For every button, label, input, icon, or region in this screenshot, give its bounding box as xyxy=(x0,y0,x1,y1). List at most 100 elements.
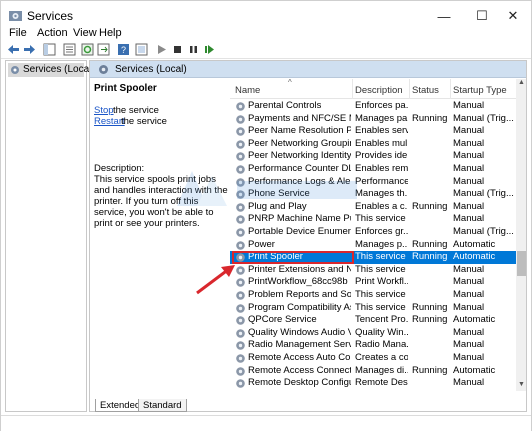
table-row[interactable]: Parental Controls Enforces pa... Manual xyxy=(230,100,516,113)
service-description-cell: Tencent Pro... xyxy=(355,314,408,326)
service-startup-cell: Manual xyxy=(453,150,485,162)
table-row[interactable]: Problem Reports and Soluti... This servic… xyxy=(230,289,516,302)
service-status-cell: Running xyxy=(412,251,448,263)
service-startup-cell: Manual xyxy=(453,163,485,174)
restart-service-icon[interactable] xyxy=(203,43,216,56)
column-header-startup-type[interactable]: Startup Type xyxy=(453,85,507,96)
service-name-cell: Payments and NFC/SE Man... xyxy=(248,112,351,124)
service-description-cell: This service ... xyxy=(355,263,408,275)
service-status-cell: Running xyxy=(412,301,448,313)
pointer-arrow-icon xyxy=(196,265,235,295)
service-description-cell: This service ... xyxy=(355,289,408,300)
service-description-cell: Manages p... xyxy=(355,238,408,250)
table-row[interactable]: Power Manages p... Running Automatic xyxy=(230,239,516,252)
show-hide-tree-icon[interactable] xyxy=(43,43,56,56)
table-row[interactable]: Remote Access Auto Conne... Creates a co.… xyxy=(230,352,516,365)
service-gear-icon xyxy=(236,139,245,149)
stop-service-link[interactable]: Stop xyxy=(94,105,114,116)
back-arrow-icon[interactable] xyxy=(7,43,20,56)
service-description-cell: Enforces pa... xyxy=(355,100,408,111)
table-row[interactable]: PrintWorkflow_68cc98b Print Workfl... Manu… xyxy=(230,276,516,289)
service-startup-cell: Manual xyxy=(453,326,485,338)
service-startup-cell: Manual (Trig... xyxy=(453,112,514,124)
menu-action[interactable]: Action xyxy=(37,27,68,39)
service-status-cell: Running xyxy=(412,314,448,326)
service-status-cell xyxy=(412,352,449,364)
service-startup-cell: Manual xyxy=(453,125,485,137)
service-description-cell: Print Workfl... xyxy=(355,276,408,288)
menu-view[interactable]: View xyxy=(73,27,97,39)
service-startup-cell: Manual xyxy=(453,339,485,351)
table-row[interactable]: Radio Management Service Radio Mana... Man… xyxy=(230,339,516,352)
export-list-icon[interactable] xyxy=(97,43,110,56)
service-status-cell xyxy=(412,327,449,339)
tree-item-services-local[interactable]: Services (Local) xyxy=(8,63,95,77)
properties-icon[interactable] xyxy=(63,43,76,56)
table-row[interactable]: Printer Extensions and Notif... This serv… xyxy=(230,264,516,277)
tree-item-label: Services (Local) xyxy=(23,64,95,75)
service-gear-icon xyxy=(236,379,245,388)
column-header-description[interactable]: Description xyxy=(355,85,403,96)
scroll-up-icon[interactable]: ▲ xyxy=(516,79,526,89)
table-row[interactable]: QPCore Service Tencent Pro... Running Autom… xyxy=(230,314,516,327)
start-service-icon[interactable] xyxy=(155,43,168,56)
service-startup-cell: Manual xyxy=(453,200,485,212)
table-row[interactable]: Remote Desktop Configurat... Remote Des..… xyxy=(230,377,516,390)
service-name-cell: Peer Networking Grouping xyxy=(248,137,351,149)
service-startup-cell: Manual xyxy=(453,289,485,300)
pane-header-title: Services (Local) xyxy=(115,64,187,75)
service-description-cell: This service ... xyxy=(355,251,408,263)
column-header-name[interactable]: Name xyxy=(235,85,260,96)
service-startup-cell: Manual xyxy=(453,377,485,389)
scroll-down-icon[interactable]: ▼ xyxy=(516,381,526,391)
tab-standard[interactable]: Standard xyxy=(138,399,187,412)
service-name-cell: Radio Management Service xyxy=(248,339,351,351)
service-description-cell: Enables serv... xyxy=(355,125,408,137)
service-gear-icon xyxy=(236,114,245,124)
menu-file[interactable]: File xyxy=(9,27,27,39)
console-tree: Services (Local) xyxy=(5,60,95,412)
service-status-cell xyxy=(412,138,449,150)
table-row[interactable]: Portable Device Enumerator... Enforces gr… xyxy=(230,226,516,239)
toolbar: ? xyxy=(1,41,531,59)
service-startup-cell: Manual xyxy=(453,263,485,275)
service-description-cell: Manages di... xyxy=(355,364,408,376)
svg-text:?: ? xyxy=(121,45,126,55)
scroll-thumb[interactable] xyxy=(517,251,526,276)
table-row[interactable]: Peer Networking Grouping Enables mul... Ma… xyxy=(230,138,516,151)
services-gear-icon xyxy=(99,65,108,74)
table-row[interactable]: Payments and NFC/SE Man... Manages pa... R… xyxy=(230,113,516,126)
service-description-cell: Enforces gr... xyxy=(355,226,408,237)
column-header-status[interactable]: Status xyxy=(412,85,439,96)
console-tree-icon[interactable] xyxy=(135,43,148,56)
forward-arrow-icon[interactable] xyxy=(23,43,36,56)
service-name-cell: QPCore Service xyxy=(248,314,317,326)
service-startup-cell: Manual xyxy=(453,175,485,187)
service-startup-cell: Automatic xyxy=(453,364,496,376)
service-name-cell: Program Compatibility Assi... xyxy=(248,301,351,313)
pause-service-icon[interactable] xyxy=(187,43,200,56)
service-gear-icon xyxy=(236,240,245,250)
table-row[interactable]: Quality Windows Audio Vid... Quality Win.… xyxy=(230,327,516,340)
service-status-cell: Running xyxy=(412,364,448,376)
service-status-cell xyxy=(412,339,449,351)
menu-help[interactable]: Help xyxy=(99,27,122,39)
table-row[interactable]: Peer Name Resolution Prot... Enables serv… xyxy=(230,125,516,138)
status-bar xyxy=(1,415,531,431)
service-status-cell xyxy=(412,377,449,389)
table-row[interactable]: Remote Access Connection... Manages di...… xyxy=(230,365,516,378)
service-startup-cell: Manual (Trig... xyxy=(453,226,514,237)
refresh-icon[interactable] xyxy=(81,43,94,56)
stop-service-icon[interactable] xyxy=(171,43,184,56)
service-status-cell xyxy=(412,125,449,137)
service-description-cell: Enables mul... xyxy=(355,137,408,149)
service-gear-icon xyxy=(236,228,245,237)
services-table: ^ Name Description Status Startup Type P… xyxy=(230,78,516,391)
service-startup-cell: Manual xyxy=(453,352,485,363)
help-icon[interactable]: ? xyxy=(117,43,130,56)
table-row[interactable]: Program Compatibility Assi... This servic… xyxy=(230,302,516,315)
vertical-scrollbar[interactable]: ▲ ▼ xyxy=(516,79,526,391)
service-gear-icon xyxy=(236,102,245,111)
services-window: Services — ☐ ✕ File Action View Help ? S… xyxy=(0,0,532,431)
service-gear-icon xyxy=(236,328,245,338)
